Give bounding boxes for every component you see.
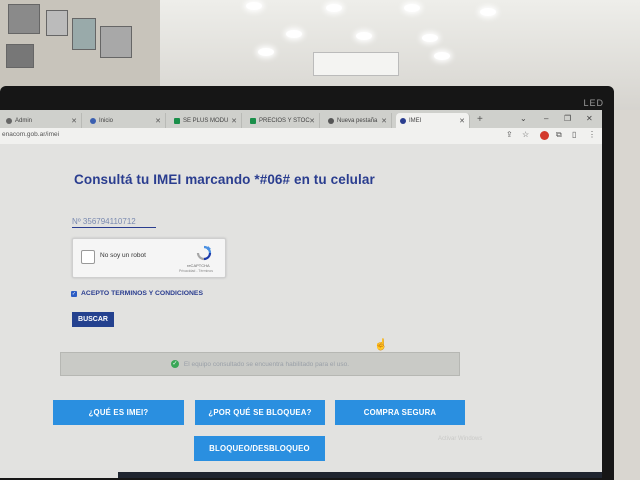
sheet-icon <box>250 117 256 124</box>
shield-icon <box>400 117 406 124</box>
block-unblock-button[interactable]: BLOQUEO/DESBLOQUEO <box>194 436 325 461</box>
mouse-cursor-icon: ☝ <box>374 339 388 351</box>
maximize-icon[interactable]: ❐ <box>564 114 571 123</box>
air-conditioner <box>313 52 399 76</box>
tab-precios[interactable]: PRECIOS Y STOC ✕ <box>246 113 320 128</box>
close-icon[interactable]: ✕ <box>71 117 77 125</box>
windows-activation-watermark: Activar Windows <box>438 436 483 442</box>
close-icon[interactable]: ✕ <box>309 117 315 125</box>
captcha-label: No soy un robot <box>100 252 146 259</box>
sidebar-icon[interactable]: ▯ <box>572 130 576 139</box>
tab-se-plus[interactable]: SE PLUS MODU ✕ <box>170 113 242 128</box>
chevron-down-icon[interactable]: ⌄ <box>520 114 527 123</box>
search-button[interactable]: BUSCAR <box>72 312 114 327</box>
page-title: Consultá tu IMEI marcando *#06# en tu ce… <box>74 172 375 187</box>
star-icon[interactable]: ☆ <box>522 130 529 139</box>
imei-input[interactable] <box>72 216 156 228</box>
close-icon[interactable]: ✕ <box>231 117 237 125</box>
result-text: El equipo consultado se encuentra habili… <box>183 360 350 368</box>
tab-admin[interactable]: Admin ✕ <box>2 113 82 128</box>
tab-label: IMEI <box>409 117 422 124</box>
checkbox-checked-icon[interactable]: ✓ <box>71 290 77 297</box>
monitor-brand: LED <box>583 98 604 108</box>
tab-label: SE PLUS MODU <box>183 117 229 124</box>
tab-label: Admin <box>15 117 33 124</box>
menu-icon[interactable]: ⋮ <box>588 130 596 139</box>
tab-nueva[interactable]: Nueva pestaña ✕ <box>324 113 392 128</box>
recaptcha-widget[interactable]: No soy un robot reCAPTCHA Privacidad - T… <box>72 238 226 278</box>
screen: Admin ✕ Inicio ✕ SE PLUS MODU ✕ PRECIOS … <box>0 110 602 478</box>
captcha-terms-link[interactable]: Privacidad - Términos <box>179 269 213 273</box>
sheet-icon <box>174 117 180 124</box>
share-icon[interactable]: ⇪ <box>506 130 513 139</box>
site-icon <box>90 117 96 124</box>
close-icon[interactable]: ✕ <box>381 117 387 125</box>
recaptcha-icon <box>196 245 212 261</box>
tab-strip: Admin ✕ Inicio ✕ SE PLUS MODU ✕ PRECIOS … <box>0 110 602 128</box>
captcha-brand: reCAPTCHA <box>187 263 210 268</box>
close-icon[interactable]: ✕ <box>155 117 161 125</box>
puzzle-icon[interactable]: ⧉ <box>556 130 562 140</box>
store-shelf <box>0 0 160 90</box>
chrome-icon <box>328 117 334 124</box>
minimize-icon[interactable]: – <box>544 114 548 123</box>
result-message: ✓ El equipo consultado se encuentra habi… <box>60 352 460 376</box>
url-text[interactable]: enacom.gob.ar/imei <box>2 131 59 138</box>
check-circle-icon: ✓ <box>170 360 179 368</box>
close-icon[interactable]: ✕ <box>459 117 465 125</box>
address-bar[interactable]: enacom.gob.ar/imei ⇪ ☆ ⧉ ▯ ⋮ <box>0 128 602 144</box>
what-is-imei-button[interactable]: ¿QUÉ ES IMEI? <box>53 400 184 425</box>
extension-icon[interactable] <box>540 131 549 140</box>
accept-terms[interactable]: ✓ ACEPTO TERMINOS Y CONDICIONES <box>71 290 203 297</box>
captcha-checkbox[interactable] <box>81 250 95 264</box>
taskbar <box>118 472 602 478</box>
tab-label: Nueva pestaña <box>337 117 378 124</box>
tab-imei[interactable]: IMEI ✕ <box>396 113 470 128</box>
why-blocked-button[interactable]: ¿POR QUÉ SE BLOQUEA? <box>195 400 325 425</box>
close-window-icon[interactable]: ✕ <box>586 114 593 123</box>
page-content: Consultá tu IMEI marcando *#06# en tu ce… <box>0 144 602 478</box>
safe-purchase-button[interactable]: COMPRA SEGURA <box>335 400 465 425</box>
tab-label: PRECIOS Y STOC <box>259 117 310 124</box>
globe-icon <box>6 117 12 124</box>
tab-inicio[interactable]: Inicio ✕ <box>86 113 166 128</box>
accept-terms-label: ACEPTO TERMINOS Y CONDICIONES <box>81 290 203 297</box>
tab-label: Inicio <box>99 117 114 124</box>
new-tab-icon[interactable]: + <box>477 114 483 125</box>
